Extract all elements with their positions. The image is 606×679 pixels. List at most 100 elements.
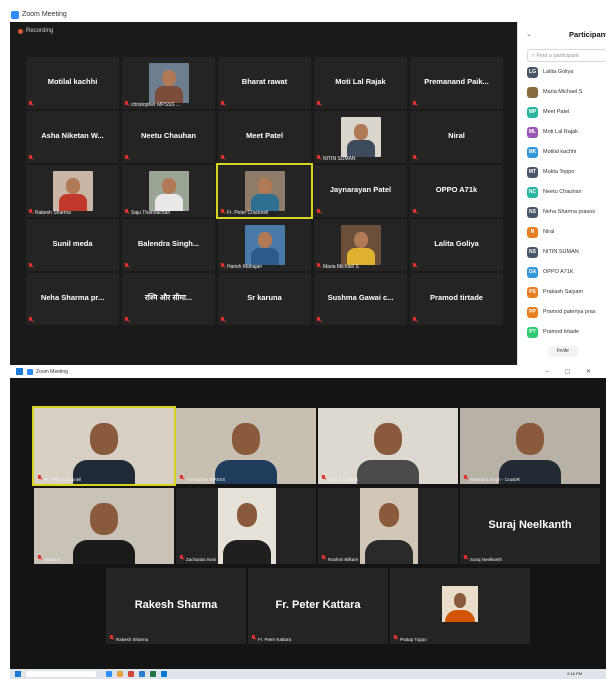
participant-video — [318, 408, 458, 484]
person-head — [90, 423, 118, 455]
participant-video — [360, 488, 418, 564]
participant-row[interactable]: PS Prakash Saiyam — [527, 287, 606, 300]
participant-row[interactable]: MT Mukta Toppo — [527, 167, 606, 180]
word-taskbar-icon[interactable] — [139, 671, 145, 677]
participant-name: Mukta Toppo — [543, 169, 575, 175]
person-head — [162, 178, 176, 194]
video-tile[interactable]: Niral — [410, 111, 503, 163]
video-tile[interactable]: NITIN SUMAN — [314, 111, 407, 163]
excel-taskbar-icon[interactable] — [150, 671, 156, 677]
chrome-taskbar-icon[interactable] — [128, 671, 134, 677]
tile-label: Rashmi Bilkare — [328, 557, 359, 562]
recording-indicator[interactable]: Recording — [18, 28, 53, 34]
avatar: MT — [527, 167, 538, 178]
tile-label: Fr. Peter Cracknell — [227, 210, 269, 216]
find-participant-input[interactable]: ⌕ Find a participant — [527, 49, 606, 62]
participant-row[interactable]: NS Neha Sharma prasoo — [527, 207, 606, 220]
video-tile[interactable]: Rakesh Sharma — [26, 165, 119, 217]
video-tile[interactable]: Moti Lal Rajak — [314, 57, 407, 109]
window-controls[interactable]: – ▢ ✕ — [546, 368, 598, 375]
muted-mic-icon — [220, 263, 225, 269]
top-video-gallery: Recording Motilal kachhi christopher MPSS… — [10, 22, 517, 365]
muted-mic-icon — [412, 155, 417, 161]
edge-taskbar-icon[interactable] — [161, 671, 167, 677]
video-tile[interactable]: Sunil meda — [26, 219, 119, 271]
participant-row[interactable]: Maria Michael S — [527, 87, 606, 100]
video-tile[interactable]: Neha Sharma pr... — [26, 273, 119, 325]
bottom-video-gallery: Fr. Peter Cracknell christopher MPSSS Saju… — [26, 378, 606, 669]
participant-row[interactable]: MK Motilal kachhi — [527, 147, 606, 160]
video-tile[interactable]: Fr. Peter Cracknell — [216, 163, 313, 219]
video-tile[interactable]: Rashmi Bilkare — [318, 488, 458, 564]
video-tile[interactable]: Maria Michael S — [314, 219, 407, 271]
tile-label: nabtaha — [44, 557, 61, 562]
folder-taskbar-icon[interactable] — [117, 671, 123, 677]
start-button[interactable] — [15, 671, 21, 677]
person-body — [445, 610, 475, 622]
muted-mic-icon — [37, 475, 42, 481]
participant-row[interactable]: PT Pramod tirtade — [527, 327, 606, 340]
person-head — [258, 178, 272, 194]
video-tile[interactable]: Motilal kachhi — [26, 57, 119, 109]
participant-row[interactable]: N Niral — [527, 227, 606, 240]
person-head — [236, 503, 258, 528]
participant-row[interactable]: NC Neetu Chauhan — [527, 187, 606, 200]
chevron-down-icon[interactable]: ⌄ — [526, 30, 532, 38]
invite-button[interactable]: Invite — [548, 346, 578, 357]
video-tile[interactable]: christopher MPSSS ... — [122, 57, 215, 109]
video-tile[interactable]: Balendra Singh - CrasbR — [460, 408, 600, 484]
video-tile[interactable]: christopher MPSSS — [176, 408, 316, 484]
video-tile[interactable]: Bharat rawat — [218, 57, 311, 109]
participant-row[interactable]: ML Moti Lal Rajak — [527, 127, 606, 140]
tile-name: Suraj Neelkanth — [488, 519, 572, 531]
participant-row[interactable]: OA OPPO A71K — [527, 267, 606, 280]
video-tile[interactable]: Harish Mahajan — [218, 219, 311, 271]
muted-mic-icon — [28, 263, 33, 269]
participant-video — [53, 171, 93, 211]
video-tile[interactable]: Fr. Peter Cracknell — [32, 406, 176, 486]
video-tile[interactable]: Sr karuna — [218, 273, 311, 325]
participant-row[interactable]: NS NITIN SUMAN — [527, 247, 606, 260]
tile-label: Rakesh Sharma — [35, 210, 71, 216]
video-tile[interactable]: Rakesh Sharma Rakesh Sharma — [106, 568, 246, 644]
muted-mic-icon — [28, 317, 33, 323]
muted-mic-icon — [463, 475, 468, 481]
person-body — [222, 539, 271, 564]
video-tile[interactable]: Saju Thannachan — [122, 165, 215, 217]
video-tile[interactable]: Zacharias Nani — [176, 488, 316, 564]
person-body — [251, 194, 279, 211]
participant-row[interactable]: MP Meet Patel — [527, 107, 606, 120]
participant-video — [34, 408, 174, 484]
video-tile[interactable]: OPPO A71k — [410, 165, 503, 217]
taskbar-app-icons — [106, 671, 167, 677]
zoom-taskbar-icon[interactable] — [106, 671, 112, 677]
taskbar-search-box[interactable] — [26, 671, 96, 677]
avatar: NS — [527, 247, 538, 258]
zoom-app-icon — [11, 11, 19, 19]
person-head — [258, 232, 272, 248]
video-tile[interactable]: Sushma Gawai c... — [314, 273, 407, 325]
tile-label: Balendra Singh - CrasbR — [470, 477, 521, 482]
video-tile[interactable]: Suraj Neelkanth Suraj Neelkanth — [460, 488, 600, 564]
video-tile[interactable]: Balendra Singh... — [122, 219, 215, 271]
video-tile[interactable]: nabtaha — [34, 488, 174, 564]
video-tile[interactable]: Neetu Chauhan — [122, 111, 215, 163]
participant-row[interactable]: LG Lalita Goliya — [527, 67, 606, 80]
video-tile[interactable]: Pramod tirtade — [410, 273, 503, 325]
video-tile[interactable]: Jaynarayan Patel — [314, 165, 407, 217]
video-tile[interactable]: Pratap Toppo — [390, 568, 530, 644]
person-head — [378, 503, 400, 528]
video-tile[interactable]: Lalita Goliya — [410, 219, 503, 271]
video-tile[interactable]: Asha Niketan W... — [26, 111, 119, 163]
video-tile[interactable]: Saju T. CrasbR — [318, 408, 458, 484]
video-tile[interactable]: Premanand Paik... — [410, 57, 503, 109]
video-tile[interactable]: Fr. Peter Kattara Fr. Peter Kattara — [248, 568, 388, 644]
tile-label: Saju T. CrasbR — [328, 477, 359, 482]
participant-name: NITIN SUMAN — [543, 249, 579, 255]
video-tile[interactable]: रश्मि और सीमा... — [122, 273, 215, 325]
avatar: ML — [527, 127, 538, 138]
tile-label: christopher MPSSS ... — [131, 102, 181, 108]
person-head — [162, 70, 176, 86]
participant-row[interactable]: PP Pramod pateriya pras — [527, 307, 606, 320]
video-tile[interactable]: Meet Patel — [218, 111, 311, 163]
